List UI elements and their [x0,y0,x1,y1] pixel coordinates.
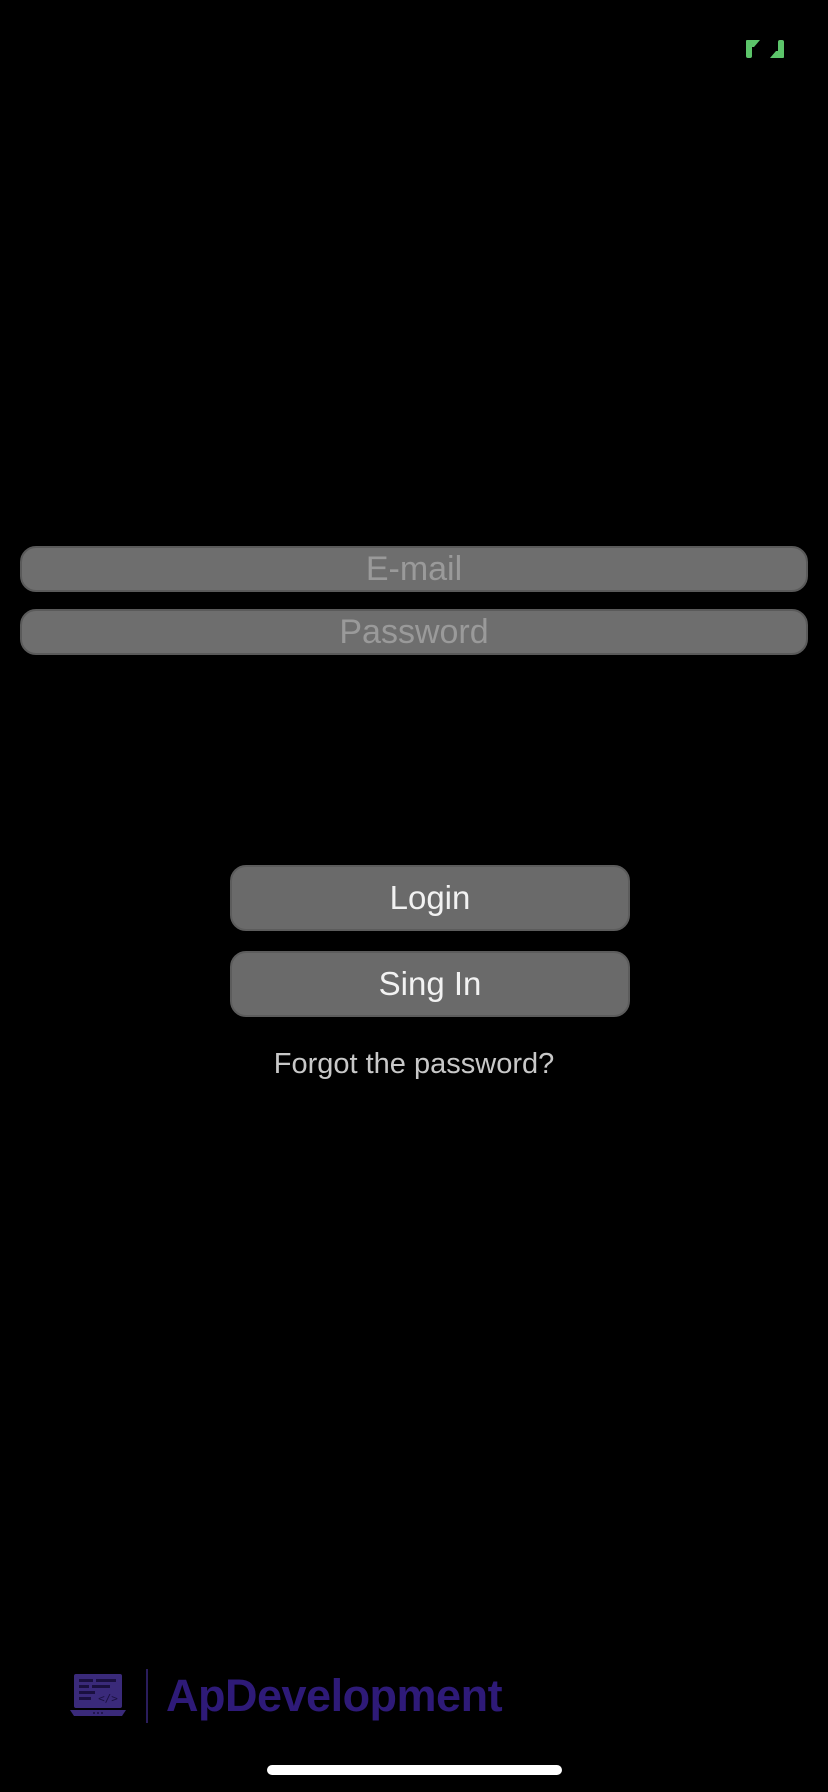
brand-divider [146,1669,148,1723]
home-indicator[interactable] [267,1765,562,1775]
login-screen: Login Sing In Forgot the password? </> A… [0,0,828,1792]
brand-name: ApDevelopment [166,1670,503,1721]
svg-text:</>: </> [98,1692,118,1705]
login-button[interactable]: Login [230,865,630,931]
brand-footer: </> ApDevelopment [70,1668,503,1724]
sign-in-button-label: Sing In [378,965,482,1002]
email-field[interactable] [20,546,808,592]
expand-icon[interactable] [744,38,786,60]
sign-in-button[interactable]: Sing In [230,951,630,1017]
laptop-code-icon: </> [70,1674,126,1716]
forgot-password-link[interactable]: Forgot the password? [0,1048,828,1081]
password-field[interactable] [20,609,808,655]
login-button-label: Login [389,879,471,916]
